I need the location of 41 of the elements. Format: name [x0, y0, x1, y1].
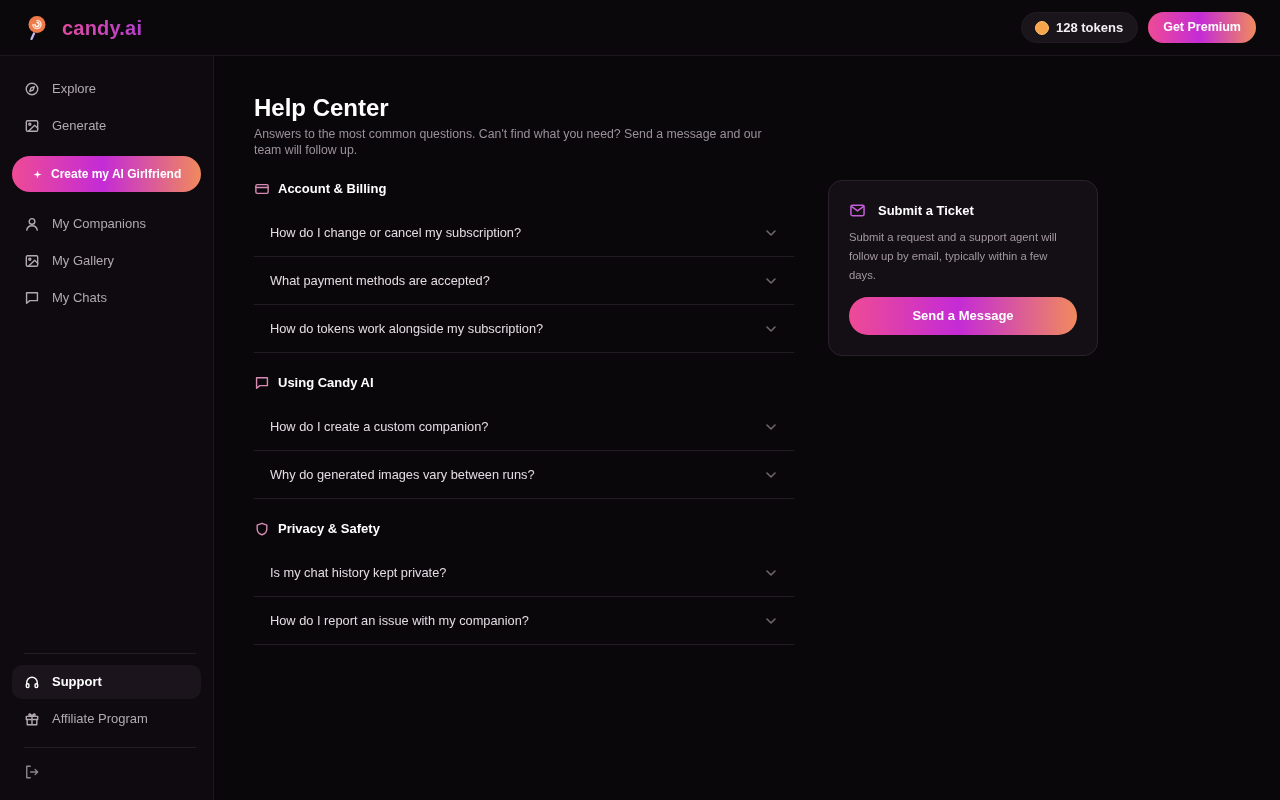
sidebar-link[interactable]: My Gallery: [12, 244, 201, 278]
faq-question[interactable]: What payment methods are accepted?: [254, 257, 794, 305]
faq-question[interactable]: Why do generated images vary between runs?: [254, 451, 794, 499]
logout-button[interactable]: [25, 765, 39, 779]
ticket-title: Submit a Ticket: [878, 203, 974, 219]
credit-card-icon: [255, 182, 269, 196]
headphones-icon: [25, 675, 39, 689]
exit-arrow-icon: [25, 765, 39, 779]
gift-icon: [25, 712, 39, 726]
coin-icon: [1035, 20, 1049, 35]
image-icon: [25, 119, 39, 133]
sidebar-link[interactable]: Affiliate Program: [12, 702, 201, 736]
lollipop-logo-icon: [26, 15, 48, 40]
sidebar-link[interactable]: My Chats: [12, 281, 201, 315]
section-title: Using Candy AI: [278, 375, 374, 391]
section-title: Account & Billing: [278, 181, 387, 197]
speech-bubble-icon: [25, 291, 39, 305]
sidebar-link[interactable]: Generate: [12, 109, 201, 143]
faq-question[interactable]: Is my chat history kept private?: [254, 549, 794, 597]
page-title: Help Center: [254, 93, 390, 122]
token-count: 128 tokens: [1056, 18, 1124, 37]
speech-bubble-icon: [255, 376, 269, 390]
create-girlfriend-button[interactable]: Create my AI Girlfriend: [12, 156, 201, 192]
envelope-icon: [850, 203, 865, 219]
faq-question[interactable]: How do I create a custom companion?: [254, 403, 794, 451]
sidebar-link[interactable]: Explore: [12, 72, 201, 106]
picture-icon: [25, 254, 39, 268]
shield-icon: [255, 522, 269, 536]
sidebar-link[interactable]: Support: [12, 665, 201, 699]
sparkle-icon: [33, 169, 42, 179]
faq-question[interactable]: How do tokens work alongside my subscription?: [254, 305, 794, 353]
page-subtitle: Answers to the most common questions. Can't find what you need? Send a message and our team will follow up.: [254, 126, 763, 158]
ticket-description: Submit a request and a support agent will follow up by email, typically within a few days.: [849, 229, 1058, 283]
faq-question[interactable]: How do I report an issue with my companion?: [254, 597, 794, 645]
send-message-button[interactable]: Send a Message: [849, 296, 1077, 335]
get-premium-button[interactable]: Get Premium: [1148, 12, 1256, 43]
person-icon: [25, 217, 39, 231]
sidebar-link[interactable]: My Companions: [12, 207, 201, 241]
compass-icon: [25, 82, 39, 96]
faq-question[interactable]: How do I change or cancel my subscription?: [254, 209, 794, 257]
section-title: Privacy & Safety: [278, 521, 380, 537]
